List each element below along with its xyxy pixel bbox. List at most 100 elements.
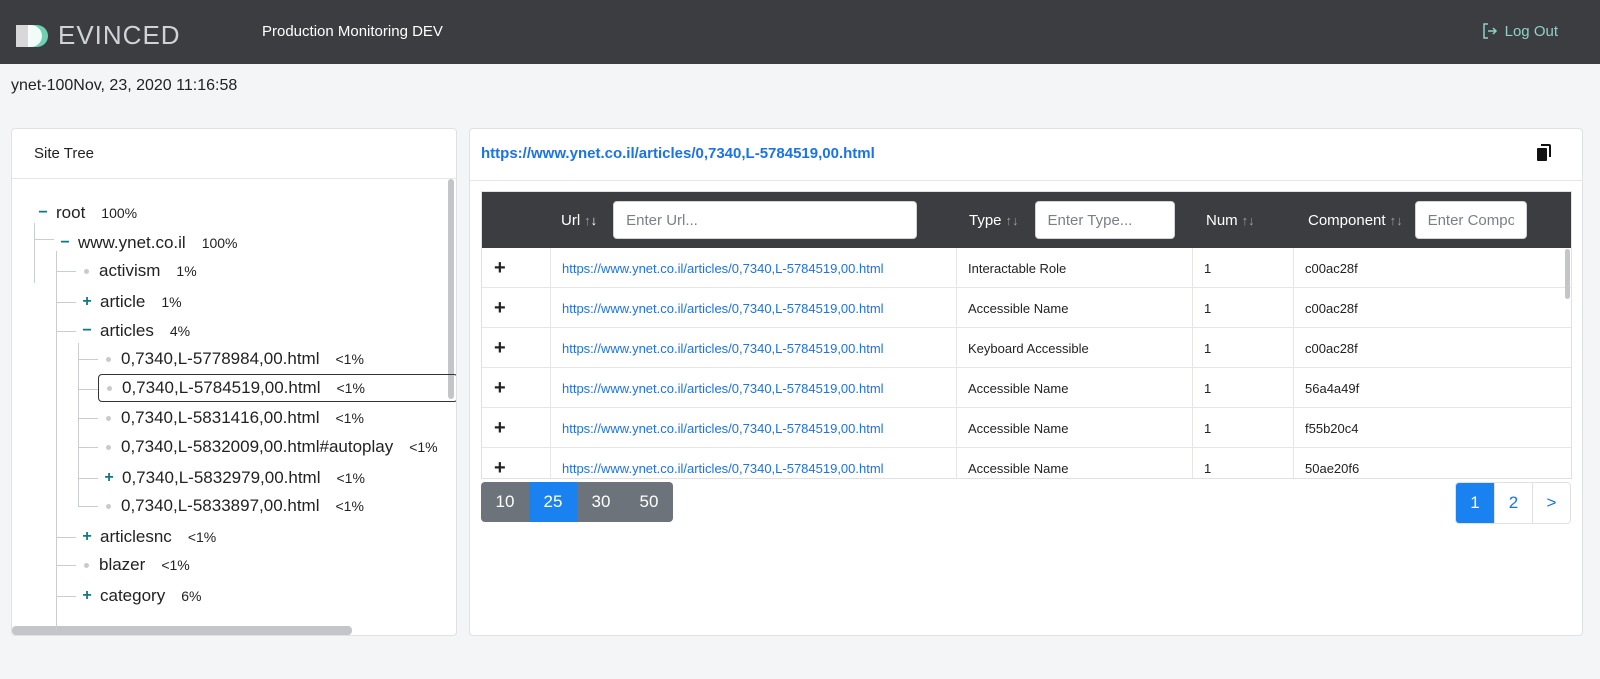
tree-node-percent: 1% (176, 263, 197, 279)
tree-node-percent: 1% (161, 294, 182, 310)
leaf-dot-icon (84, 562, 89, 568)
tree-node-label: articles (100, 321, 154, 340)
tree-node[interactable]: + article 1% (80, 290, 182, 314)
issue-component: f55b20c4 (1294, 408, 1571, 448)
page-size-option[interactable]: 50 (625, 482, 673, 522)
logo-text: EVINCED (58, 20, 181, 50)
issue-type: Accessible Name (957, 408, 1193, 448)
column-type-label: Type (969, 211, 1002, 229)
tree-node[interactable]: − root 100% (36, 201, 137, 225)
issue-type: Accessible Name (957, 368, 1193, 408)
issue-url-link[interactable]: https://www.ynet.co.il/articles/0,7340,L… (551, 248, 957, 288)
tree-connector-line (56, 596, 76, 597)
pagination: 1 2 > (1455, 482, 1571, 524)
tree-connector-line (78, 418, 98, 419)
tree-node[interactable]: +0,7340,L-5832979,00.html <1% (102, 466, 365, 490)
column-component-label: Component (1308, 211, 1386, 229)
app-title: Production Monitoring DEV (262, 23, 443, 40)
expand-row-button[interactable]: + (482, 408, 551, 448)
tree-node[interactable]: 0,7340,L-5831416,00.html <1% (102, 406, 364, 430)
expand-icon[interactable]: + (102, 469, 116, 487)
table-scrollbar[interactable] (1565, 249, 1570, 299)
expand-row-button[interactable]: + (482, 288, 551, 328)
top-bar: EVINCED Production Monitoring DEV Log Ou… (0, 0, 1600, 64)
issue-num: 1 (1193, 448, 1294, 478)
tree-node[interactable]: activism 1% (80, 259, 197, 283)
next-page-button[interactable]: > (1532, 483, 1570, 523)
expand-icon[interactable]: + (80, 587, 94, 605)
sort-url-icon[interactable]: ↑↓ (584, 213, 597, 228)
issue-url-link[interactable]: https://www.ynet.co.il/articles/0,7340,L… (551, 408, 957, 448)
tree-node[interactable]: 0,7340,L-5832009,00.html#autoplay <1% (102, 435, 438, 459)
sort-type-icon[interactable]: ↑↓ (1006, 213, 1019, 228)
issue-url-link[interactable]: https://www.ynet.co.il/articles/0,7340,L… (551, 448, 957, 478)
expand-row-button[interactable]: + (482, 248, 551, 288)
type-filter-input[interactable] (1034, 201, 1175, 239)
page-button[interactable]: 1 (1456, 483, 1494, 523)
issue-type: Keyboard Accessible (957, 328, 1193, 368)
issue-url-link[interactable]: https://www.ynet.co.il/articles/0,7340,L… (551, 368, 957, 408)
page-size-option[interactable]: 30 (577, 482, 625, 522)
table-row[interactable]: + https://www.ynet.co.il/articles/0,7340,… (482, 368, 1571, 408)
sort-component-icon[interactable]: ↑↓ (1390, 213, 1403, 228)
evinced-logo[interactable]: EVINCED (16, 20, 181, 51)
expand-row-button[interactable]: + (482, 328, 551, 368)
tree-node-label: 0,7340,L-5778984,00.html (121, 349, 320, 368)
table-row[interactable]: + https://www.ynet.co.il/articles/0,7340,… (482, 328, 1571, 368)
tree-node[interactable]: + articlesnc <1% (80, 525, 216, 549)
issue-url-link[interactable]: https://www.ynet.co.il/articles/0,7340,L… (551, 328, 957, 368)
leaf-dot-icon (106, 356, 111, 362)
table-row[interactable]: + https://www.ynet.co.il/articles/0,7340,… (482, 408, 1571, 448)
issue-component: 50ae20f6 (1294, 448, 1571, 478)
tree-node[interactable]: 0,7340,L-5833897,00.html <1% (102, 494, 364, 518)
tree-connector-line (56, 537, 76, 538)
expand-icon[interactable]: + (80, 528, 94, 546)
url-filter-input[interactable] (613, 201, 918, 239)
tree-node[interactable]: 0,7340,L-5784519,00.html <1% (98, 374, 456, 402)
tree-node[interactable]: − www.ynet.co.il 100% (58, 231, 237, 255)
leaf-dot-icon (106, 444, 111, 450)
tree-node-label: 0,7340,L-5831416,00.html (121, 408, 320, 427)
issue-component: 56a4a49f (1294, 368, 1571, 408)
tree-node[interactable]: 0,7340,L-5778984,00.html <1% (102, 347, 364, 371)
table-row[interactable]: + https://www.ynet.co.il/articles/0,7340,… (482, 448, 1571, 478)
expand-icon[interactable]: + (80, 293, 94, 311)
tree-connector-line (56, 565, 76, 566)
tree-horizontal-scrollbar[interactable] (12, 626, 352, 635)
column-component: Component ↑↓ (1308, 192, 1527, 248)
page-size-option[interactable]: 10 (481, 482, 529, 522)
expand-row-button[interactable]: + (482, 368, 551, 408)
expand-row-button[interactable]: + (482, 448, 551, 478)
sort-num-icon[interactable]: ↑↓ (1242, 213, 1255, 228)
tree-node[interactable]: + category 6% (80, 584, 201, 608)
tree-connector-line (34, 223, 35, 283)
copy-icon[interactable] (1536, 144, 1552, 162)
table-row[interactable]: + https://www.ynet.co.il/articles/0,7340,… (482, 288, 1571, 328)
issues-table: Url ↑↓ Type ↑↓ Num ↑↓ Component ↑↓ +http… (481, 191, 1572, 479)
issue-type: Accessible Name (957, 288, 1193, 328)
issue-num: 1 (1193, 368, 1294, 408)
site-tree: − root 100% − www.ynet.co.il 100% activism 1% + a… (12, 179, 456, 635)
tree-connector-line (78, 506, 98, 507)
tree-node[interactable]: blazer <1% (80, 553, 190, 577)
collapse-icon[interactable]: − (58, 234, 72, 252)
issue-url-link[interactable]: https://www.ynet.co.il/articles/0,7340,L… (551, 288, 957, 328)
logout-button[interactable]: Log Out (1481, 22, 1558, 40)
tree-node-percent: <1% (335, 351, 364, 367)
page-size-option[interactable]: 25 (529, 482, 577, 522)
collapse-icon[interactable]: − (36, 204, 50, 222)
table-body: + https://www.ynet.co.il/articles/0,7340,… (482, 248, 1571, 478)
tree-connector-line (56, 271, 76, 272)
tree-node[interactable]: − articles 4% (80, 319, 190, 343)
table-row[interactable]: + https://www.ynet.co.il/articles/0,7340,… (482, 248, 1571, 288)
selected-page-url[interactable]: https://www.ynet.co.il/articles/0,7340,L… (481, 145, 875, 162)
component-filter-input[interactable] (1414, 201, 1527, 239)
logo-icon (16, 24, 48, 47)
tree-connector-line (34, 239, 54, 240)
collapse-icon[interactable]: − (80, 322, 94, 340)
tree-vertical-scrollbar[interactable] (448, 179, 454, 399)
page-button[interactable]: 2 (1494, 483, 1532, 523)
run-label: ynet-100Nov, 23, 2020 11:16:58 (11, 77, 238, 94)
issue-type: Interactable Role (957, 248, 1193, 288)
issue-component: c00ac28f (1294, 248, 1571, 288)
